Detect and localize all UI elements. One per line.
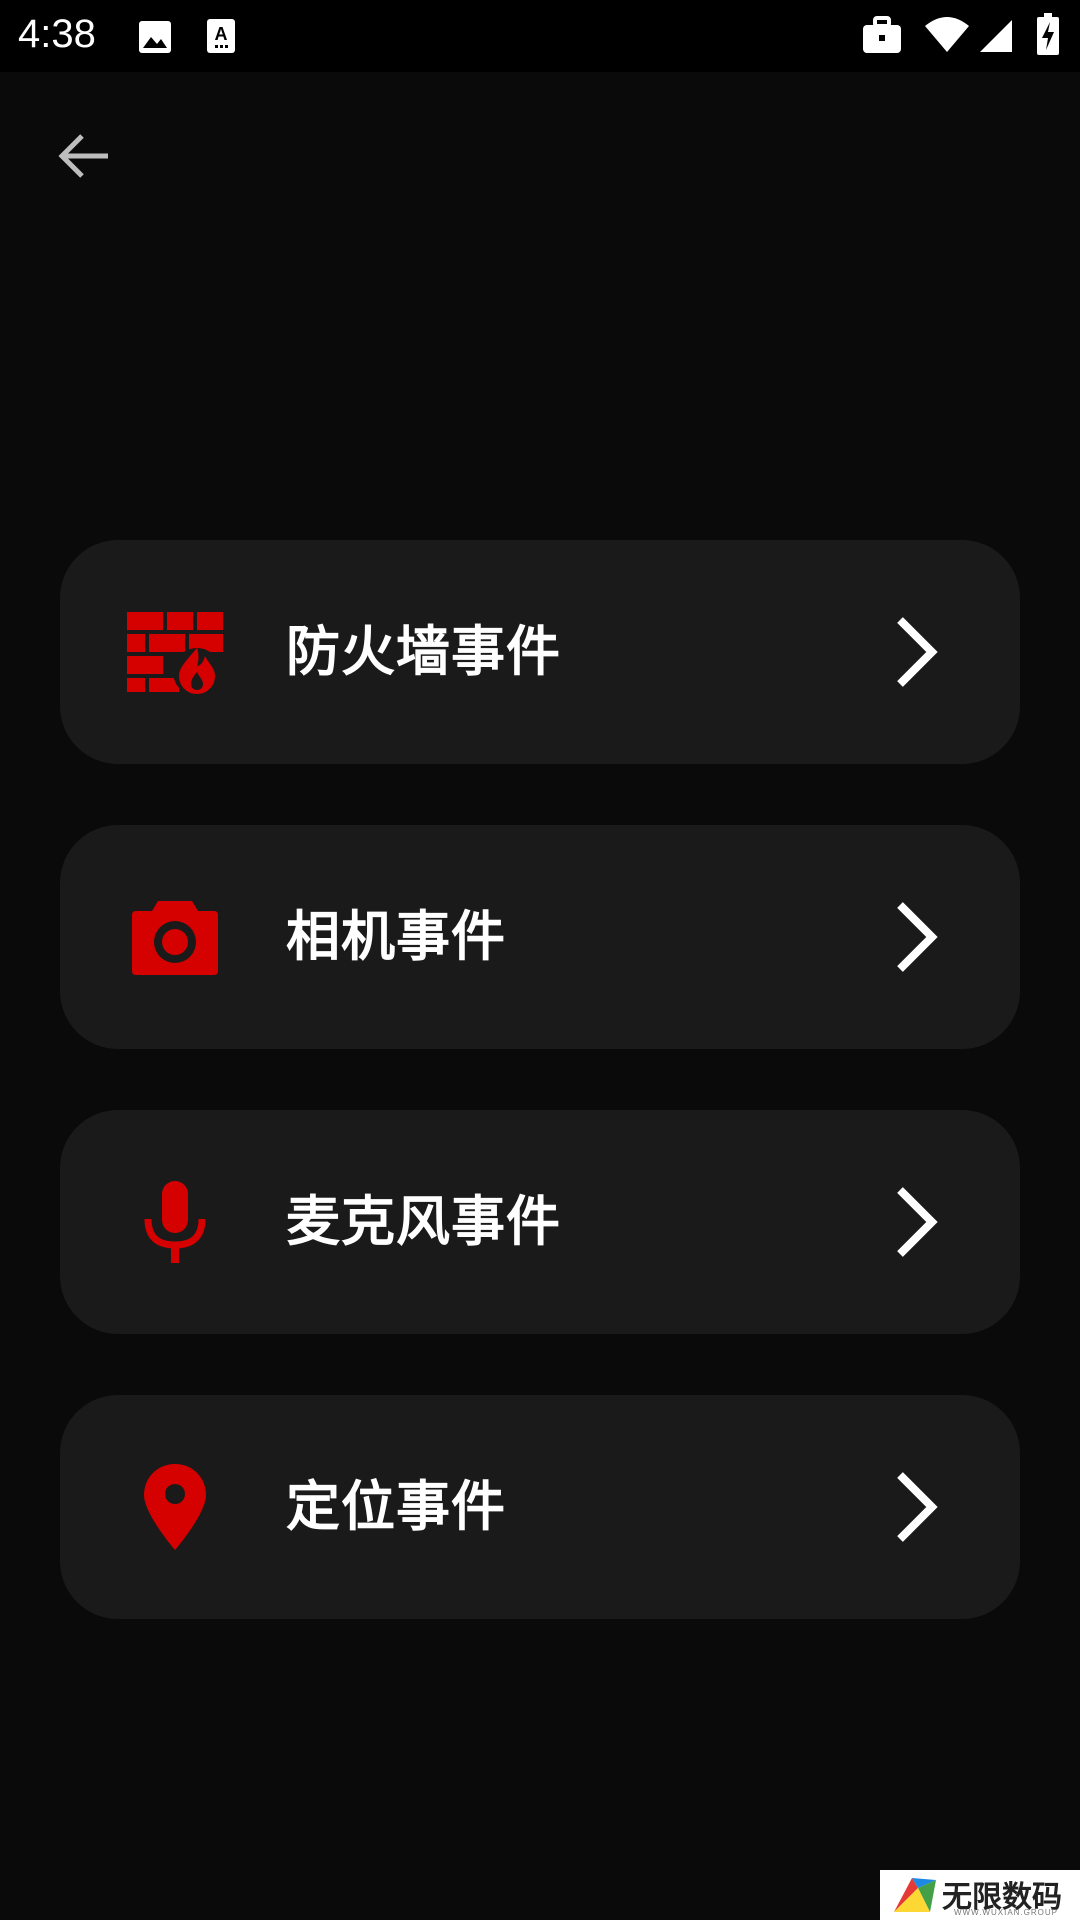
battery-charging-icon — [1036, 12, 1060, 60]
wifi-icon — [924, 16, 970, 58]
chevron-right-icon — [897, 902, 938, 972]
arrow-left-icon — [58, 134, 108, 178]
status-bar: 4:38 A — [0, 0, 1080, 72]
menu-item-camera-events[interactable]: 相机事件 — [60, 825, 1020, 1049]
menu-item-label: 定位事件 — [286, 1475, 506, 1538]
image-icon — [138, 20, 172, 58]
microphone-icon — [125, 1172, 225, 1272]
signal-icon — [978, 18, 1014, 58]
menu-item-label: 麦克风事件 — [286, 1190, 561, 1253]
chevron-right-icon — [897, 1187, 938, 1257]
watermark-emblem-icon — [894, 1878, 936, 1912]
menu-item-label: 相机事件 — [286, 905, 506, 968]
chevron-right-icon — [897, 1472, 938, 1542]
menu-item-microphone-events[interactable]: 麦克风事件 — [60, 1110, 1020, 1334]
svg-text:A: A — [215, 24, 228, 44]
location-pin-icon — [125, 1457, 225, 1557]
briefcase-icon — [862, 16, 902, 58]
keyboard-a-icon: A — [206, 18, 236, 58]
watermark-logo: 无限数码 WWW.WUXIAN.GROUP — [880, 1870, 1080, 1920]
watermark-subtext: WWW.WUXIAN.GROUP — [954, 1908, 1058, 1917]
status-time: 4:38 — [18, 12, 96, 56]
firewall-icon — [125, 602, 225, 702]
camera-icon — [125, 887, 225, 987]
menu-item-firewall-events[interactable]: 防火墙事件 — [60, 540, 1020, 764]
menu-item-label: 防火墙事件 — [286, 620, 561, 683]
menu-item-location-events[interactable]: 定位事件 — [60, 1395, 1020, 1619]
chevron-right-icon — [897, 617, 938, 687]
back-button[interactable] — [48, 120, 120, 192]
